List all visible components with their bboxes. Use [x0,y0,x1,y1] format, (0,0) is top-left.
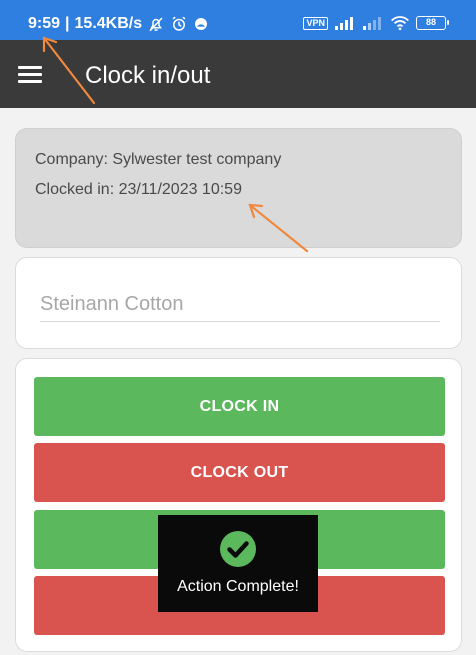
status-bar: 9:59 | 15.4KB/s VPN 88 [0,0,476,40]
wifi-icon [391,16,409,31]
clock-status-card: Company: Sylwester test company Clocked … [15,128,462,248]
status-bar-right: VPN 88 [303,15,449,31]
app-notification-icon [195,18,208,30]
toast-notification: Action Complete! [158,515,318,612]
battery-level: 88 [425,17,436,27]
alarm-icon [172,16,186,31]
toast-message: Action Complete! [177,578,299,595]
signal-icon [335,17,353,30]
network-speed: 15.4KB/s [74,15,143,32]
employee-name-input[interactable] [40,288,440,322]
clock-in-button[interactable]: CLOCK IN [34,377,445,436]
status-time: 9:59 [28,15,61,32]
signal-icon [363,17,381,30]
status-separator: | [65,15,70,32]
company-label: Company: Sylwester test company [35,151,282,168]
battery-icon: 88 [416,16,449,30]
vpn-badge: VPN [303,16,328,30]
app-bar: Clock in/out [0,40,476,108]
muted-bell-icon [149,17,163,32]
employee-name-card [15,257,462,349]
page-title: Clock in/out [85,62,211,89]
hamburger-menu-icon[interactable] [18,66,44,84]
clocked-in-label: Clocked in: 23/11/2023 10:59 [35,181,242,198]
check-circle-icon [220,531,256,567]
status-bar-left: 9:59 | 15.4KB/s [28,15,209,33]
clock-out-button[interactable]: CLOCK OUT [34,443,445,502]
